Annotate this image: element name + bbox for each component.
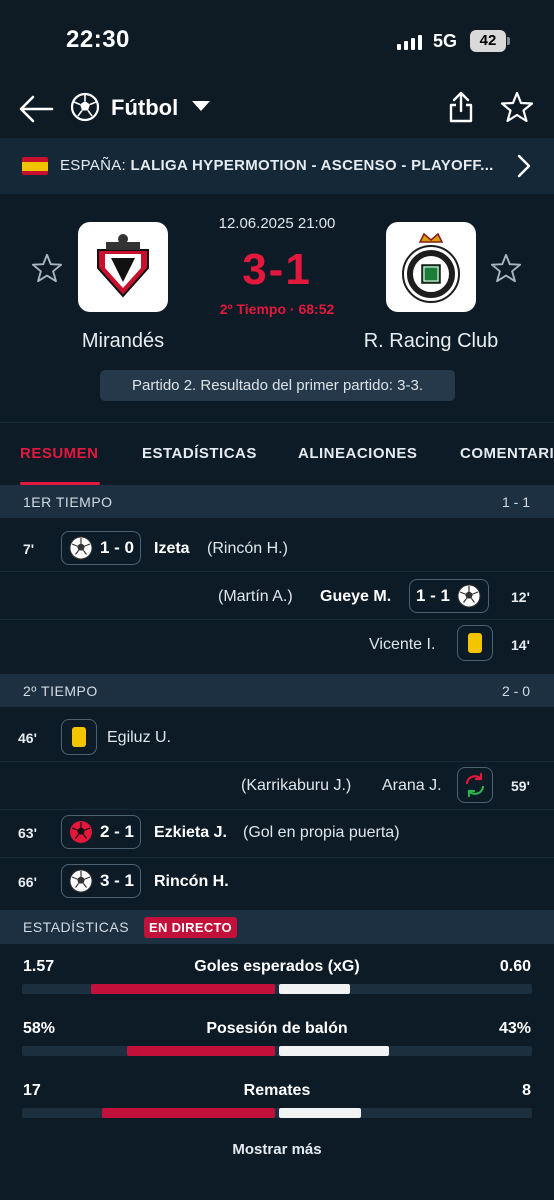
home-team-logo[interactable] [78, 222, 168, 312]
event-minute: 7' [23, 541, 35, 557]
battery-tip [507, 37, 510, 45]
racing-crest-icon [402, 232, 460, 303]
row-divider [0, 619, 554, 620]
stat-away-value: 0.60 [499, 958, 531, 975]
event-minute: 12' [511, 589, 530, 605]
goal-score-badge: 3 - 1 [61, 864, 142, 898]
signal-icon [397, 34, 422, 50]
stat-bar-home [127, 1046, 275, 1056]
aggregate-note: Partido 2. Resultado del primer partido:… [100, 370, 455, 401]
chevron-down-icon[interactable] [192, 101, 210, 111]
own-goal-score-badge: 2 - 1 [61, 815, 142, 849]
event-player[interactable]: Izeta [154, 540, 190, 558]
goal-score: 1 - 0 [100, 538, 135, 557]
away-team-logo[interactable] [386, 222, 476, 312]
league-country: ESPAÑA: [60, 157, 127, 174]
yellow-card-icon [457, 625, 493, 661]
stat-home-value: 1.57 [23, 958, 55, 975]
soccer-ball-icon [69, 869, 93, 893]
stat-bar-away [279, 1108, 361, 1118]
first-half-label: 1ER TIEMPO [23, 494, 113, 510]
second-half-score: 2 - 0 [501, 683, 530, 699]
stat-bar-away [279, 984, 350, 994]
second-half-label: 2º TIEMPO [23, 683, 98, 699]
event-minute: 59' [511, 778, 530, 794]
star-icon[interactable] [500, 90, 534, 124]
row-divider [0, 571, 554, 572]
sport-selector[interactable]: Fútbol [111, 95, 178, 121]
battery-icon: 42 [470, 30, 506, 52]
match-phase: 2º Tiempo · 68:52 [219, 301, 335, 317]
stat-home-value: 58% [23, 1020, 56, 1037]
row-divider [0, 809, 554, 810]
goal-score-badge: 1 - 0 [61, 531, 142, 565]
event-player[interactable]: Gueye M. [320, 588, 391, 606]
swap-arrows-icon [465, 772, 485, 798]
goal-score: 3 - 1 [100, 871, 135, 890]
match-score: 3-1 [242, 245, 312, 294]
goal-score-badge: 1 - 1 [409, 579, 490, 613]
event-player[interactable]: Rincón H. [154, 873, 229, 891]
tab-alineaciones[interactable]: ALINEACIONES [298, 445, 417, 462]
event-minute: 66' [18, 874, 37, 890]
event-minute: 14' [511, 637, 530, 653]
tab-estadisticas[interactable]: ESTADÍSTICAS [142, 445, 257, 462]
league-competition: LALIGA HYPERMOTION - ASCENSO - PLAYOFF..… [130, 157, 494, 174]
favorite-away-star-icon[interactable] [490, 252, 522, 284]
stat-away-value: 8 [522, 1082, 531, 1099]
stat-name: Remates [243, 1082, 311, 1099]
home-team-name[interactable]: Mirandés [48, 330, 198, 353]
favorite-home-star-icon[interactable] [31, 252, 63, 284]
row-divider [0, 857, 554, 858]
back-arrow-icon[interactable] [18, 93, 54, 125]
soccer-ball-icon[interactable] [70, 92, 100, 122]
stat-home-value: 17 [23, 1082, 41, 1099]
network-type: 5G [433, 31, 458, 51]
yellow-card-icon [61, 719, 97, 755]
tab-resumen[interactable]: RESUMEN [20, 445, 99, 462]
event-player[interactable]: Vicente I. [369, 636, 435, 654]
stat-bar-home [91, 984, 275, 994]
substitution-icon [457, 767, 493, 803]
row-divider [0, 761, 554, 762]
event-minute: 46' [18, 730, 37, 746]
first-half-score: 1 - 1 [501, 494, 530, 510]
show-more-button[interactable]: Mostrar más [0, 1141, 554, 1158]
stat-name: Posesión de balón [206, 1020, 348, 1037]
away-team-name[interactable]: R. Racing Club [341, 330, 521, 353]
status-time: 22:30 [66, 26, 130, 53]
stat-bar-track [22, 1046, 532, 1056]
goal-score: 1 - 1 [416, 586, 451, 605]
goal-score: 2 - 1 [100, 822, 135, 841]
event-substitute-out: (Karrikaburu J.) [241, 777, 352, 794]
soccer-ball-icon [69, 536, 93, 560]
mirandes-crest-icon [97, 234, 149, 298]
event-player[interactable]: Egiluz U. [107, 729, 171, 747]
stat-bar-track [22, 1108, 532, 1118]
stat-name: Goles esperados (xG) [194, 958, 360, 975]
stat-bar-home [102, 1108, 275, 1118]
soccer-ball-icon [457, 584, 481, 608]
event-player[interactable]: Ezkieta J. [154, 824, 227, 842]
event-assist: (Martín A.) [218, 588, 293, 605]
league-label[interactable]: ESPAÑA: LALIGA HYPERMOTION - ASCENSO - P… [60, 157, 494, 174]
event-assist: (Rincón H.) [207, 540, 288, 557]
live-badge: EN DIRECTO [144, 917, 237, 938]
spain-flag-icon [22, 157, 48, 175]
tab-comentarios[interactable]: COMENTARI [460, 445, 554, 462]
event-minute: 63' [18, 825, 37, 841]
share-icon[interactable] [447, 90, 475, 124]
match-datetime: 12.06.2025 21:00 [218, 215, 336, 232]
stat-bar-away [279, 1046, 389, 1056]
stats-title: ESTADÍSTICAS [23, 919, 130, 935]
own-goal-ball-icon [70, 821, 92, 843]
event-detail: (Gol en propia puerta) [243, 824, 400, 841]
stat-away-value: 43% [498, 1020, 531, 1037]
event-player[interactable]: Arana J. [382, 777, 442, 795]
chevron-right-icon[interactable] [516, 153, 532, 179]
